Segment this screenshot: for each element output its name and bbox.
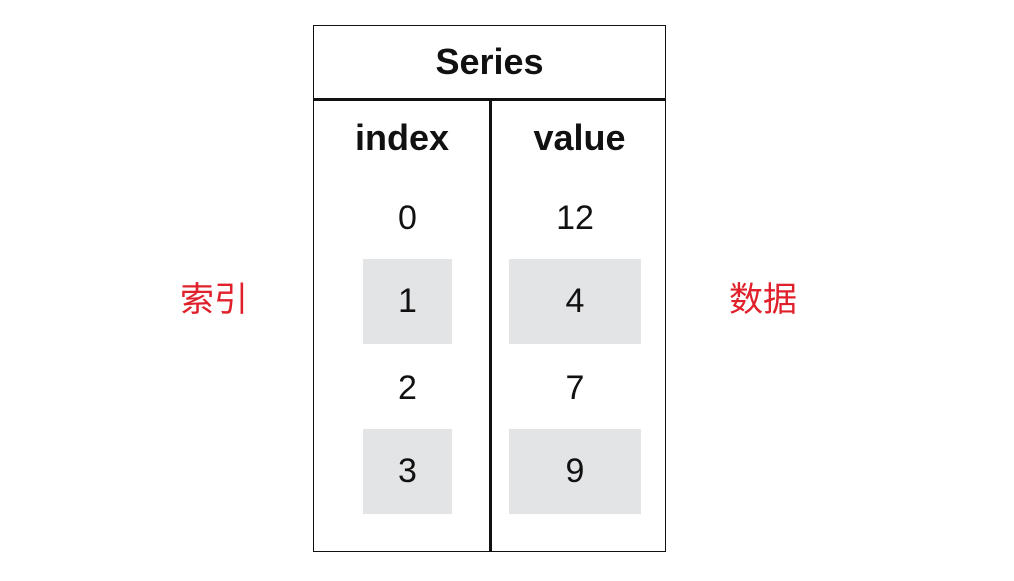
value-cell: 9: [509, 429, 641, 514]
value-cell: 7: [565, 368, 585, 407]
value-column-header: value: [533, 117, 626, 158]
index-column-header: index: [354, 117, 450, 158]
index-cell: 3: [363, 429, 452, 514]
index-cell: 0: [398, 198, 417, 237]
value-cell: 4: [509, 259, 641, 344]
series-table: Series index value 0 12 1 4 2 7 3 9: [313, 25, 666, 552]
index-cell: 2: [398, 368, 417, 407]
column-divider: [489, 99, 492, 551]
data-annotation-label: 数据: [729, 280, 797, 320]
index-cell: 1: [363, 259, 452, 344]
series-title: Series: [435, 41, 544, 82]
index-annotation-label: 索引: [180, 280, 248, 320]
value-cell: 12: [556, 198, 594, 237]
